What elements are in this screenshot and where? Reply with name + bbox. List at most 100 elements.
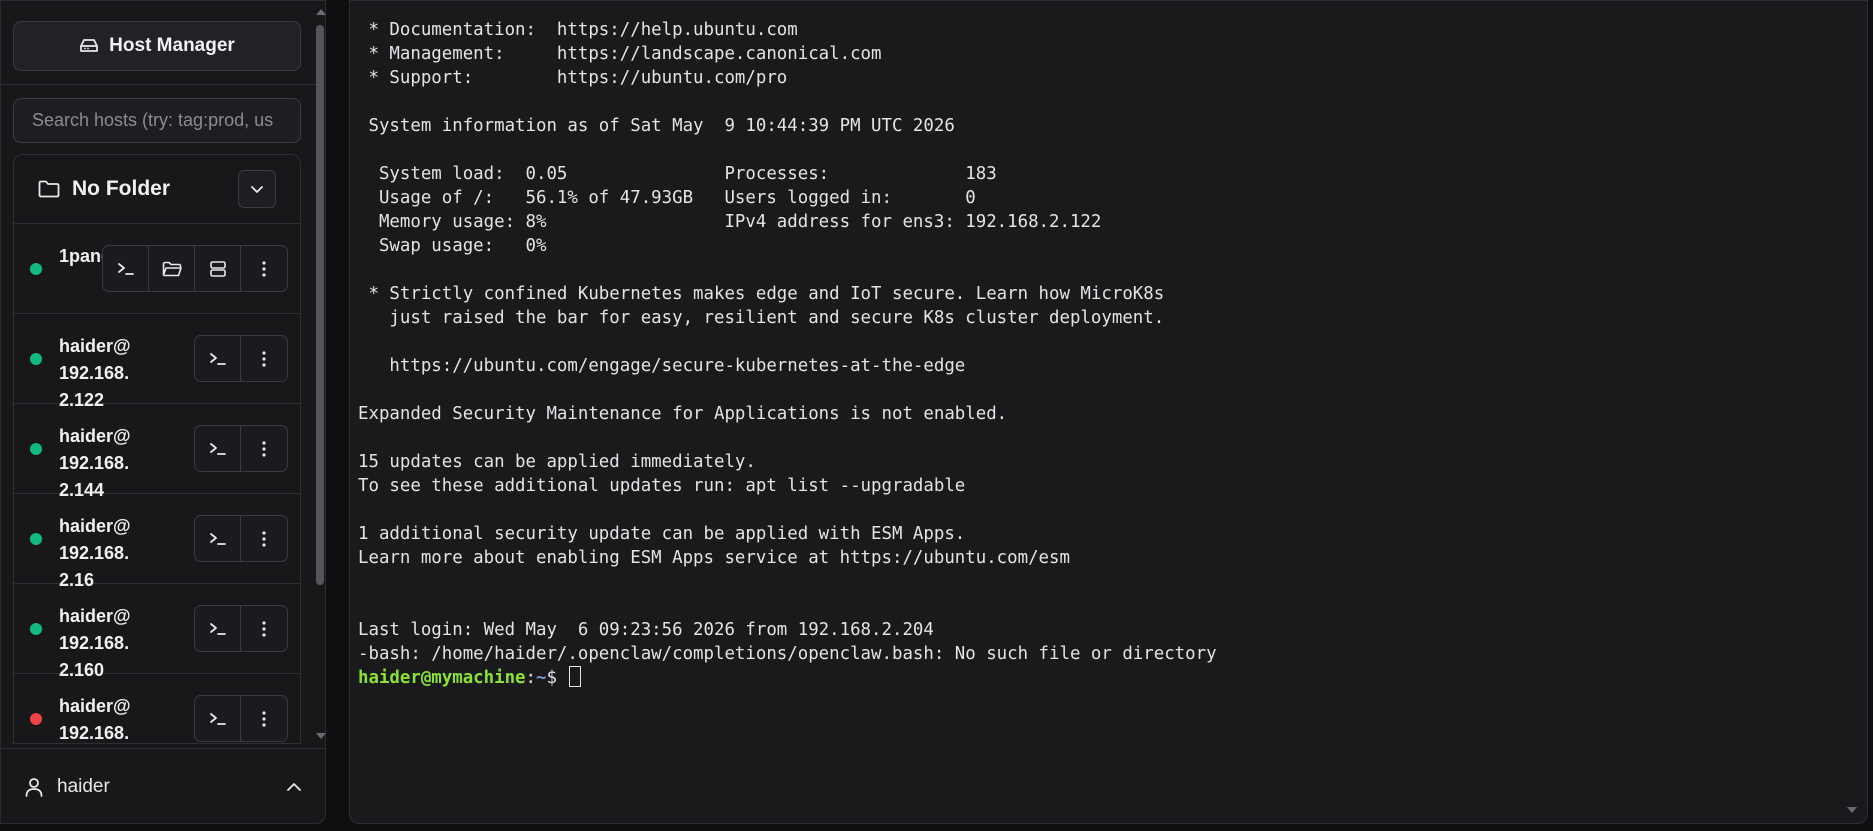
terminal-line: 15 updates can be applied immediately. <box>358 452 756 472</box>
user-menu[interactable]: haider <box>1 749 326 824</box>
terminal-line: System load: 0.05 Processes: 183 <box>358 164 997 184</box>
prompt-path: ~ <box>536 668 547 688</box>
more-options-button[interactable] <box>241 516 287 561</box>
open-terminal-button[interactable] <box>195 516 241 561</box>
host-name: haider@192.168.2.122 <box>59 336 131 410</box>
terminal-line: Swap usage: 0% <box>358 236 547 256</box>
chevron-up-icon[interactable] <box>286 782 302 792</box>
more-options-button[interactable] <box>241 696 287 741</box>
more-icon <box>262 440 266 457</box>
folder-header: No Folder <box>14 155 300 224</box>
status-dot <box>30 533 42 545</box>
terminal-line: System information as of Sat May 9 10:44… <box>358 116 955 136</box>
host-manager-button[interactable]: Host Manager <box>13 21 301 71</box>
username: haider <box>57 775 110 797</box>
server-info-button[interactable] <box>195 246 241 291</box>
terminal-line: To see these additional updates run: apt… <box>358 476 966 496</box>
more-options-button[interactable] <box>241 606 287 651</box>
more-icon <box>262 530 266 547</box>
more-icon <box>262 710 266 727</box>
terminal-line: Memory usage: 8% IPv4 address for ens3: … <box>358 212 1102 232</box>
host-name: haider@192.168.2.144 <box>59 426 131 500</box>
hard-drive-icon <box>80 39 99 52</box>
search-hosts-input[interactable] <box>13 98 301 143</box>
terminal-line: just raised the bar for easy, resilient … <box>358 308 1165 328</box>
terminal-icon <box>209 622 227 636</box>
folder-collapse-button[interactable] <box>238 170 276 208</box>
scroll-up-arrow[interactable] <box>316 9 326 15</box>
host-actions <box>102 245 288 292</box>
terminal-scroll-down-arrow[interactable] <box>1847 807 1857 813</box>
more-icon <box>262 620 266 637</box>
server-icon <box>209 260 227 278</box>
host-item[interactable]: haider@192.168.2.16 <box>14 494 300 590</box>
host-item[interactable]: haider@192.168.2.144 <box>14 404 300 500</box>
terminal-cursor <box>569 666 582 687</box>
user-icon <box>25 777 43 797</box>
more-options-button[interactable] <box>241 336 287 381</box>
terminal-icon <box>209 442 227 456</box>
host-name: haider@192.168.2.16 <box>59 516 131 590</box>
host-name: haider@192.168.2.160 <box>59 606 131 680</box>
terminal-icon <box>117 262 135 276</box>
open-terminal-button[interactable] <box>103 246 149 291</box>
sidebar: Host Manager No Folder 1panel haider@192.… <box>0 0 326 824</box>
more-icon <box>262 260 266 277</box>
host-item[interactable]: haider@192.168.2.161 <box>14 674 300 743</box>
status-dot <box>30 263 42 275</box>
host-actions <box>194 425 288 472</box>
terminal-line: -bash: /home/haider/.openclaw/completion… <box>358 644 1217 664</box>
open-terminal-button[interactable] <box>195 426 241 471</box>
host-actions <box>194 515 288 562</box>
host-actions <box>194 695 288 742</box>
open-terminal-button[interactable] <box>195 606 241 651</box>
folder-icon <box>162 261 182 277</box>
sidebar-scrollbar[interactable] <box>314 9 326 743</box>
terminal-line: * Strictly confined Kubernetes makes edg… <box>358 284 1165 304</box>
terminal-line: Expanded Security Maintenance for Applic… <box>358 404 1008 424</box>
scroll-thumb[interactable] <box>316 25 324 585</box>
status-dot <box>30 623 42 635</box>
terminal-line: Last login: Wed May 6 09:23:56 2026 from… <box>358 620 934 640</box>
prompt-symbol: $ <box>546 668 568 688</box>
host-item[interactable]: haider@192.168.2.122 <box>14 314 300 410</box>
host-actions <box>194 335 288 382</box>
open-files-button[interactable] <box>149 246 195 291</box>
status-dot <box>30 443 42 455</box>
host-actions <box>194 605 288 652</box>
more-icon <box>262 350 266 367</box>
folder-title: No Folder <box>72 177 170 200</box>
terminal-line: * Documentation: https://help.ubuntu.com <box>358 20 798 40</box>
host-name: haider@192.168.2.161 <box>59 696 131 743</box>
terminal-line: https://ubuntu.com/engage/secure-kuberne… <box>358 356 966 376</box>
terminal-prompt: haider@mymachine:~$ <box>358 666 1217 690</box>
scroll-down-arrow[interactable] <box>316 733 326 739</box>
terminal-line: Learn more about enabling ESM Apps servi… <box>358 548 1070 568</box>
host-item[interactable]: haider@192.168.2.160 <box>14 584 300 680</box>
more-options-button[interactable] <box>241 246 287 291</box>
open-terminal-button[interactable] <box>195 696 241 741</box>
terminal-line: * Support: https://ubuntu.com/pro <box>358 68 788 88</box>
host-list: 1panel haider@192.168.2.122 haider@192.168… <box>14 224 300 743</box>
chevron-down-icon <box>251 185 263 193</box>
folder-icon <box>38 180 60 198</box>
more-options-button[interactable] <box>241 426 287 471</box>
open-terminal-button[interactable] <box>195 336 241 381</box>
terminal-line: Usage of /: 56.1% of 47.93GB Users logge… <box>358 188 976 208</box>
prompt-separator: : <box>525 668 537 688</box>
terminal-line: * Management: https://landscape.canonica… <box>358 44 882 64</box>
host-item[interactable]: 1panel <box>14 224 300 314</box>
terminal-icon <box>209 352 227 366</box>
status-dot <box>30 713 42 725</box>
folder-panel: No Folder 1panel haider@192.168.2.122 haid… <box>13 154 301 744</box>
terminal[interactable]: * Documentation: https://help.ubuntu.com… <box>349 0 1868 824</box>
terminal-icon <box>209 712 227 726</box>
